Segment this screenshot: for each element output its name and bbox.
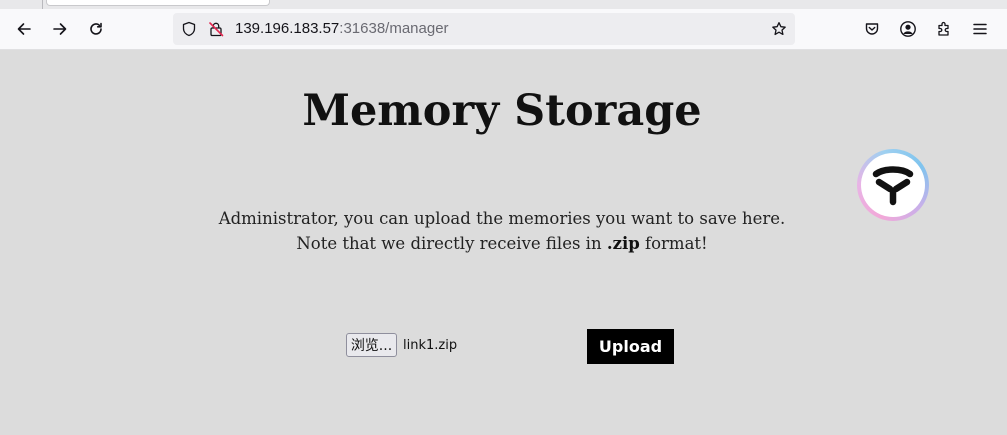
navigation-toolbar: 139.196.183.57:31638/manager (0, 9, 1007, 50)
address-bar[interactable]: 139.196.183.57:31638/manager (173, 13, 795, 45)
page-description: Administrator, you can upload the memori… (0, 206, 1004, 256)
browse-file-button[interactable]: 浏览... (346, 333, 397, 357)
zip-format-label: .zip (606, 234, 640, 253)
floating-assistant-badge[interactable] (857, 149, 929, 221)
tab-divider (42, 0, 43, 9)
bookmark-star-icon[interactable] (771, 21, 787, 37)
tab-strip (0, 0, 1007, 9)
url-path: :31638/manager (339, 20, 449, 37)
account-icon[interactable] (896, 17, 920, 41)
selected-file-name: link1.zip (403, 338, 458, 353)
description-line-2-suffix: format! (639, 234, 708, 253)
url-text[interactable]: 139.196.183.57:31638/manager (235, 13, 449, 45)
description-line-2-prefix: Note that we directly receive files in (296, 234, 607, 253)
forward-arrow-icon[interactable] (48, 17, 72, 41)
extensions-icon[interactable] (932, 17, 956, 41)
url-host: 139.196.183.57 (235, 20, 340, 37)
upload-button[interactable]: Upload (587, 329, 674, 364)
menu-icon[interactable] (968, 17, 992, 41)
pocket-icon[interactable] (860, 17, 884, 41)
reload-icon[interactable] (84, 17, 108, 41)
page-content: Memory Storage Administrator, you can up… (0, 50, 1007, 435)
insecure-lock-icon[interactable] (208, 21, 224, 37)
back-arrow-icon[interactable] (12, 17, 36, 41)
shield-icon[interactable] (181, 21, 197, 37)
y-logo-icon (861, 153, 925, 217)
active-tab[interactable] (46, 0, 270, 6)
description-line-2: Note that we directly receive files in .… (0, 231, 1004, 256)
page-title: Memory Storage (302, 86, 702, 136)
description-line-1: Administrator, you can upload the memori… (218, 209, 786, 228)
